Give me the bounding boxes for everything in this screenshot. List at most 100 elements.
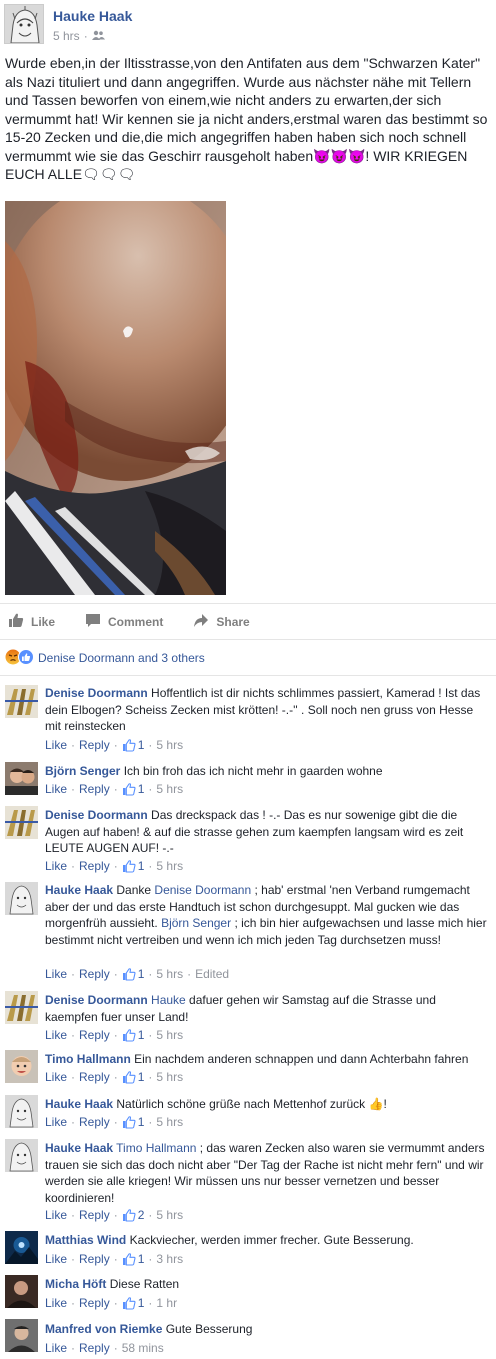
comment-actions: Like · Reply · 1 · 5 hrs (45, 1070, 184, 1084)
post-meta: 5 hrs · (53, 29, 105, 43)
comment-like-link[interactable]: Like (45, 1115, 67, 1129)
comment-label: Comment (108, 615, 164, 629)
comment-body: Hauke Haak Danke Denise Doormann ; hab' … (45, 882, 490, 948)
mention-link[interactable]: Timo Hallmann (116, 1141, 196, 1155)
comment-reply-link[interactable]: Reply (79, 859, 110, 873)
commenter-avatar[interactable] (5, 806, 38, 839)
thumbs-up-icon (122, 1070, 136, 1084)
comment-like-link[interactable]: Like (45, 859, 67, 873)
thumbs-up-icon (122, 967, 136, 981)
comment-reply-link[interactable]: Reply (79, 1252, 110, 1266)
edited-label[interactable]: Edited (195, 967, 229, 981)
commenter-avatar[interactable] (5, 1095, 38, 1128)
commenter-name[interactable]: Timo Hallmann (45, 1052, 131, 1066)
comment-reply-link[interactable]: Reply (79, 1115, 110, 1129)
comment-like-link[interactable]: Like (45, 738, 67, 752)
share-button[interactable]: Share (193, 613, 250, 631)
commenter-name[interactable]: Denise Doormann (45, 808, 148, 822)
comment-time[interactable]: 5 hrs (156, 1070, 183, 1084)
divider (0, 639, 496, 640)
like-label: Like (31, 615, 56, 629)
comment-like-count[interactable]: 1 (122, 1252, 144, 1266)
comment-like-count[interactable]: 1 (122, 1070, 144, 1084)
commenter-avatar[interactable] (5, 685, 38, 718)
commenter-name[interactable]: Denise Doormann (45, 686, 148, 700)
friends-icon[interactable] (91, 29, 105, 43)
facebook-post: Hauke Haak 5 hrs · Wurde eben,in der Ilt… (0, 0, 496, 1359)
comment-time[interactable]: 5 hrs (156, 1208, 183, 1222)
comment-time[interactable]: 5 hrs (156, 1028, 183, 1042)
commenter-avatar[interactable] (5, 1231, 38, 1264)
comment-reply-link[interactable]: Reply (79, 1341, 110, 1355)
commenter-name[interactable]: Manfred von Riemke (45, 1322, 162, 1336)
divider (0, 603, 496, 604)
comment-like-link[interactable]: Like (45, 1028, 67, 1042)
comment-reply-link[interactable]: Reply (79, 967, 110, 981)
comment-like-link[interactable]: Like (45, 1341, 67, 1355)
comment-reply-link[interactable]: Reply (79, 1208, 110, 1222)
post-photo[interactable] (5, 201, 226, 595)
post-time[interactable]: 5 hrs (53, 29, 80, 43)
comment-reply-link[interactable]: Reply (79, 738, 110, 752)
author-avatar[interactable] (4, 4, 44, 44)
mention-link[interactable]: Hauke (151, 993, 186, 1007)
commenter-avatar[interactable] (5, 1139, 38, 1172)
comment-time[interactable]: 58 mins (122, 1341, 164, 1355)
comment-like-link[interactable]: Like (45, 782, 67, 796)
comment-like-count[interactable]: 1 (122, 1296, 144, 1310)
comment-actions: Like · Reply · 2 · 5 hrs (45, 1208, 184, 1222)
commenter-name[interactable]: Hauke Haak (45, 1097, 113, 1111)
commenter-name[interactable]: Björn Senger (45, 764, 120, 778)
comment-time[interactable]: 3 hrs (156, 1252, 183, 1266)
post-header: Hauke Haak 5 hrs · (0, 0, 496, 50)
comment-like-count[interactable]: 1 (122, 859, 144, 873)
comment-like-count[interactable]: 1 (122, 967, 144, 981)
comment-reply-link[interactable]: Reply (79, 782, 110, 796)
comment-like-link[interactable]: Like (45, 1296, 67, 1310)
comment-like-link[interactable]: Like (45, 967, 67, 981)
comment-time[interactable]: 5 hrs (156, 1115, 183, 1129)
comment-time[interactable]: 5 hrs (156, 967, 183, 981)
commenter-avatar[interactable] (5, 882, 38, 915)
like-button[interactable]: Like (8, 613, 55, 631)
commenter-name[interactable]: Matthias Wind (45, 1233, 126, 1247)
comment-icon (85, 613, 101, 631)
comment-like-link[interactable]: Like (45, 1252, 67, 1266)
comment-body: Micha Höft Diese Ratten (45, 1276, 490, 1293)
thumbs-up-icon (122, 1028, 136, 1042)
commenter-avatar[interactable] (5, 1050, 38, 1083)
comment-like-link[interactable]: Like (45, 1208, 67, 1222)
author-name[interactable]: Hauke Haak (53, 8, 132, 24)
mention-link[interactable]: Denise Doormann (154, 883, 251, 897)
comment-body: Denise Doormann Das dreckspack das ! -.-… (45, 807, 490, 857)
commenter-avatar[interactable] (5, 1319, 38, 1352)
comment-time[interactable]: 5 hrs (156, 738, 183, 752)
commenter-avatar[interactable] (5, 991, 38, 1024)
reactions-text[interactable]: Denise Doormann and 3 others (38, 651, 205, 665)
comment-like-count[interactable]: 1 (122, 1115, 144, 1129)
comment-text: Ich bin froh das ich nicht mehr in gaard… (123, 764, 383, 778)
comment-reply-link[interactable]: Reply (79, 1296, 110, 1310)
commenter-name[interactable]: Micha Höft (45, 1277, 106, 1291)
comment-text: Gute Besserung (165, 1322, 253, 1336)
comment-like-link[interactable]: Like (45, 1070, 67, 1084)
comment-time[interactable]: 5 hrs (156, 782, 183, 796)
commenter-name[interactable]: Hauke Haak (45, 883, 113, 897)
comment-like-count[interactable]: 1 (122, 782, 144, 796)
comment-body: Hauke Haak Natürlich schöne grüße nach M… (45, 1096, 490, 1113)
mention-link[interactable]: Björn Senger (161, 916, 231, 930)
comment-reply-link[interactable]: Reply (79, 1070, 110, 1084)
comment-body: Matthias Wind Kackviecher, werden immer … (45, 1232, 490, 1249)
comment-reply-link[interactable]: Reply (79, 1028, 110, 1042)
comment-time[interactable]: 1 hr (156, 1296, 177, 1310)
reactions-summary[interactable]: Denise Doormann and 3 others (5, 648, 205, 668)
commenter-avatar[interactable] (5, 762, 38, 795)
comment-button[interactable]: Comment (85, 613, 163, 631)
commenter-avatar[interactable] (5, 1275, 38, 1308)
commenter-name[interactable]: Hauke Haak (45, 1141, 113, 1155)
comment-like-count[interactable]: 1 (122, 738, 144, 752)
comment-time[interactable]: 5 hrs (156, 859, 183, 873)
comment-like-count[interactable]: 1 (122, 1028, 144, 1042)
comment-like-count[interactable]: 2 (122, 1208, 144, 1222)
commenter-name[interactable]: Denise Doormann (45, 993, 148, 1007)
